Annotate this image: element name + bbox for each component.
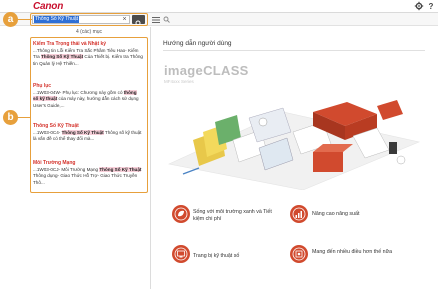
- search-toggle-icon[interactable]: [163, 16, 170, 23]
- monitor-icon[interactable]: [172, 245, 190, 263]
- feature-digital-label[interactable]: Trang bị kỹ thuật số: [193, 253, 273, 260]
- product-series: MF4xxx Series: [164, 79, 194, 84]
- top-header-bar: Canon ?: [0, 0, 438, 13]
- hero-illustration: [168, 100, 420, 190]
- svg-text:?: ?: [429, 2, 434, 11]
- product-name: imageCLASS: [164, 63, 249, 78]
- feature-productivity-label[interactable]: Nâng cao năng suất: [312, 211, 402, 218]
- bar-chart-icon[interactable]: [290, 205, 308, 223]
- feature-more-label[interactable]: Mang đến nhiều điều hơn thế nữa: [312, 249, 402, 256]
- help-icon[interactable]: ?: [426, 1, 436, 11]
- leaf-icon[interactable]: [172, 205, 190, 223]
- menu-icon[interactable]: [152, 16, 160, 24]
- page-title: Hướng dẫn người dùng: [163, 40, 232, 47]
- canon-logo: Canon: [33, 1, 64, 12]
- results-callout-frame: [30, 37, 148, 193]
- search-callout-frame: [30, 13, 148, 26]
- title-divider: [163, 50, 425, 51]
- feature-eco-label[interactable]: Sống với môi trường xanh và Tiết kiệm ch…: [193, 209, 273, 223]
- gear-icon[interactable]: [414, 1, 424, 11]
- callout-connector: [16, 19, 32, 20]
- callout-b-badge: b: [3, 110, 18, 125]
- callout-a-badge: a: [3, 12, 18, 27]
- tools-icon[interactable]: [290, 245, 308, 263]
- callout-connector: [16, 117, 30, 118]
- results-count: 4 (các) mục: [75, 29, 103, 35]
